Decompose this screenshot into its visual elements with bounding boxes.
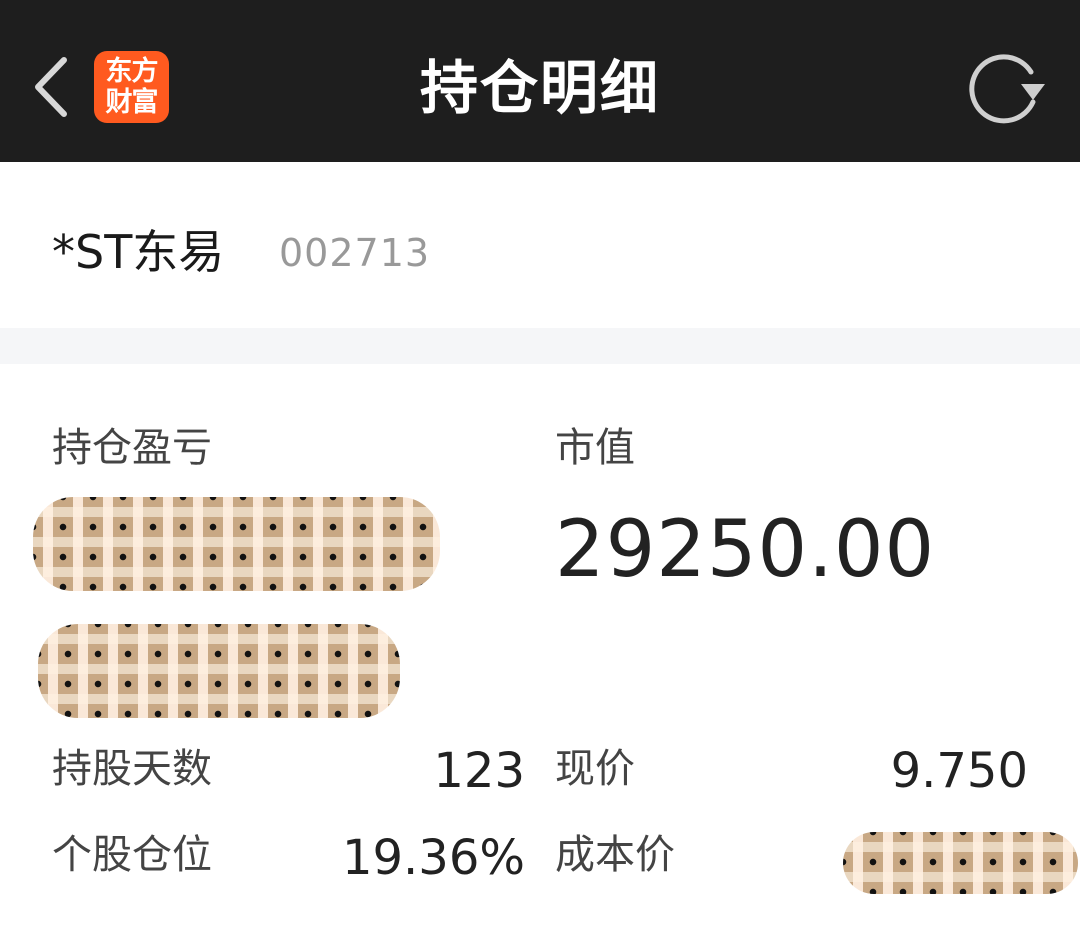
stock-name: *ST东易: [52, 225, 225, 279]
page-title: 持仓明细: [419, 54, 660, 122]
refresh-icon[interactable]: [965, 50, 1047, 124]
section-divider: [0, 328, 1080, 364]
cost-price-label: 成本价: [555, 832, 675, 878]
redacted-cost-price: [843, 832, 1078, 894]
position-ratio-value: 19.36%: [341, 830, 525, 886]
market-value-label: 市值: [555, 425, 635, 471]
pnl-label: 持仓盈亏: [52, 425, 212, 471]
stock-info: *ST东易 002713: [0, 162, 1080, 328]
current-price-label: 现价: [555, 746, 635, 792]
holding-days-label: 持股天数: [52, 746, 212, 792]
current-price-value: 9.750: [890, 743, 1028, 799]
stock-code: 002713: [279, 231, 431, 275]
redacted-pnl-ratio: [38, 624, 400, 718]
holding-days-value: 123: [433, 743, 525, 799]
market-value: 29250.00: [555, 505, 936, 595]
top-bar: 东方 财富 持仓明细: [0, 0, 1080, 162]
position-ratio-label: 个股仓位: [52, 832, 212, 878]
redacted-pnl-amount: [33, 497, 440, 591]
